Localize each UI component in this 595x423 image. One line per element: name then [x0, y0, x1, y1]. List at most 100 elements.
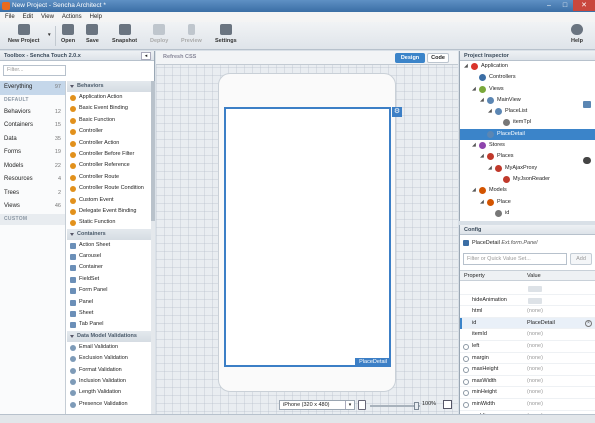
- toolbox-item[interactable]: Form Panel: [67, 285, 151, 296]
- tree-node[interactable]: PlaceDetail: [460, 128, 595, 141]
- property-row[interactable]: id PlaceDetail ×: [460, 317, 595, 330]
- tree-node[interactable]: ◢ PlaceList: [460, 106, 595, 117]
- category-item[interactable]: Everything 97: [0, 81, 65, 95]
- expand-property-icon[interactable]: [463, 343, 469, 350]
- place-detail-component[interactable]: PlaceDetail: [224, 107, 391, 367]
- tree-expander-icon[interactable]: ◢: [472, 86, 477, 92]
- toolbox-item[interactable]: Static Function: [67, 217, 151, 228]
- tree-node[interactable]: ◢ Stores: [460, 140, 595, 151]
- toolbox-item[interactable]: Controller: [67, 126, 151, 137]
- tree-expander-icon[interactable]: ◢: [472, 188, 477, 193]
- toolbox-filter-input[interactable]: Filter...: [3, 65, 66, 76]
- toolbox-item[interactable]: Format Validation: [67, 365, 151, 376]
- menu-view[interactable]: View: [40, 12, 55, 22]
- menu-help[interactable]: Help: [89, 12, 103, 22]
- toolbox-item[interactable]: Panel: [67, 297, 151, 308]
- property-value[interactable]: (none): [527, 341, 543, 353]
- code-view-button[interactable]: Code: [427, 53, 449, 63]
- expand-property-icon[interactable]: [463, 355, 469, 362]
- zoom-slider-handle[interactable]: [414, 402, 419, 410]
- property-value[interactable]: (none): [527, 353, 543, 365]
- toolbox-item[interactable]: Length Validation: [67, 387, 151, 398]
- tree-node[interactable]: Controllers: [460, 72, 595, 83]
- toolbox-item[interactable]: Container: [67, 262, 151, 273]
- tree-expander-icon[interactable]: ◢: [472, 143, 477, 148]
- property-toggle[interactable]: [528, 286, 542, 292]
- expand-property-icon[interactable]: [463, 390, 469, 397]
- property-column-header[interactable]: Property: [464, 271, 485, 281]
- component-gear-icon[interactable]: ⚙: [392, 107, 402, 117]
- toolbox-item[interactable]: Action Sheet: [67, 240, 151, 251]
- tree-node[interactable]: ◢ MyAjaxProxy: [460, 163, 595, 174]
- deploy-button[interactable]: Deploy: [150, 24, 168, 44]
- tree-expander-icon[interactable]: ◢: [480, 154, 485, 159]
- toolbox-item[interactable]: Inclusion Validation: [67, 376, 151, 387]
- help-button[interactable]: Help: [571, 24, 583, 44]
- tree-node[interactable]: id: [460, 208, 595, 219]
- tree-node[interactable]: itemTpl: [460, 117, 595, 128]
- toolbox-item[interactable]: Tab Panel: [67, 319, 151, 330]
- device-select[interactable]: iPhone (320 x 480) ▾: [279, 400, 355, 410]
- category-item[interactable]: Containers 15: [0, 119, 65, 133]
- preview-button[interactable]: Preview: [181, 24, 202, 44]
- close-button[interactable]: ✕: [573, 0, 595, 11]
- toolbox-item[interactable]: Basic Event Binding: [67, 103, 151, 114]
- toolbox-group-header[interactable]: Containers: [67, 228, 151, 240]
- category-item[interactable]: Data 35: [0, 133, 65, 147]
- category-item[interactable]: Views 46: [0, 200, 65, 214]
- add-property-button[interactable]: Add: [570, 253, 592, 265]
- new-project-button[interactable]: New Project: [8, 24, 39, 44]
- toolbox-item[interactable]: Controller Route Condition: [67, 183, 151, 194]
- menu-actions[interactable]: Actions: [61, 12, 83, 22]
- orientation-toggle-icon[interactable]: [358, 400, 366, 410]
- maximize-button[interactable]: □: [557, 0, 573, 11]
- property-value[interactable]: (none): [527, 376, 543, 388]
- property-row[interactable]: left (none): [460, 341, 595, 353]
- tree-expander-icon[interactable]: ◢: [464, 64, 469, 69]
- toolbox-item[interactable]: Delegate Event Binding: [67, 206, 151, 217]
- value-column-header[interactable]: Value: [527, 271, 541, 281]
- tree-node[interactable]: ◢ Views: [460, 84, 595, 95]
- property-row[interactable]: maxHeight (none): [460, 364, 595, 376]
- category-item[interactable]: Models 22: [0, 160, 65, 174]
- open-button[interactable]: Open: [61, 24, 75, 44]
- toolbox-item[interactable]: Email Validation: [67, 342, 151, 353]
- toolbox-item[interactable]: Controller Action: [67, 138, 151, 149]
- toolbox-group-header[interactable]: Data Model Validations: [67, 330, 151, 342]
- eye-icon[interactable]: [583, 157, 591, 164]
- fit-screen-icon[interactable]: [443, 400, 452, 409]
- tree-expander-icon[interactable]: ◢: [488, 165, 493, 171]
- collapse-toolbox-button[interactable]: ◂: [141, 52, 151, 60]
- property-value[interactable]: (none): [527, 306, 543, 318]
- property-row[interactable]: html (none): [460, 306, 595, 318]
- menu-edit[interactable]: Edit: [22, 12, 34, 22]
- refresh-css-button[interactable]: Refresh CSS: [163, 54, 196, 60]
- toolbox-item[interactable]: Custom Event: [67, 195, 151, 206]
- toolbox-item[interactable]: Application Action: [67, 92, 151, 103]
- property-row[interactable]: maxWidth (none): [460, 376, 595, 388]
- tree-node[interactable]: ◢ Models: [460, 185, 595, 196]
- property-value[interactable]: (none): [527, 329, 543, 341]
- expand-property-icon[interactable]: [463, 378, 469, 385]
- property-toggle[interactable]: [528, 297, 542, 304]
- toolbox-item[interactable]: FieldSet: [67, 274, 151, 285]
- tree-node[interactable]: ◢ Place: [460, 197, 595, 208]
- category-item[interactable]: Trees 2: [0, 187, 65, 201]
- property-row[interactable]: minHeight (none): [460, 387, 595, 399]
- config-filter-input[interactable]: Filter or Quick Value Set...: [463, 253, 567, 265]
- property-value[interactable]: PlaceDetail: [527, 318, 555, 330]
- property-value[interactable]: (none): [527, 364, 543, 376]
- tree-expander-icon[interactable]: ◢: [480, 199, 485, 205]
- expand-property-icon[interactable]: [463, 367, 469, 374]
- property-row[interactable]: itemId (none): [460, 329, 595, 341]
- toolbox-item[interactable]: Sheet: [67, 308, 151, 319]
- snapshot-button[interactable]: Snapshot: [112, 24, 137, 44]
- toolbox-item[interactable]: Presence Validation: [67, 399, 151, 410]
- property-row[interactable]: minWidth (none): [460, 399, 595, 411]
- tree-node[interactable]: ◢ MainView: [460, 95, 595, 106]
- category-item[interactable]: Forms 19: [0, 146, 65, 160]
- category-item[interactable]: Behaviors 12: [0, 106, 65, 120]
- property-row[interactable]: margin (none): [460, 353, 595, 365]
- property-row[interactable]: hideAnimation: [460, 295, 595, 307]
- toolbox-item[interactable]: Carousel: [67, 251, 151, 262]
